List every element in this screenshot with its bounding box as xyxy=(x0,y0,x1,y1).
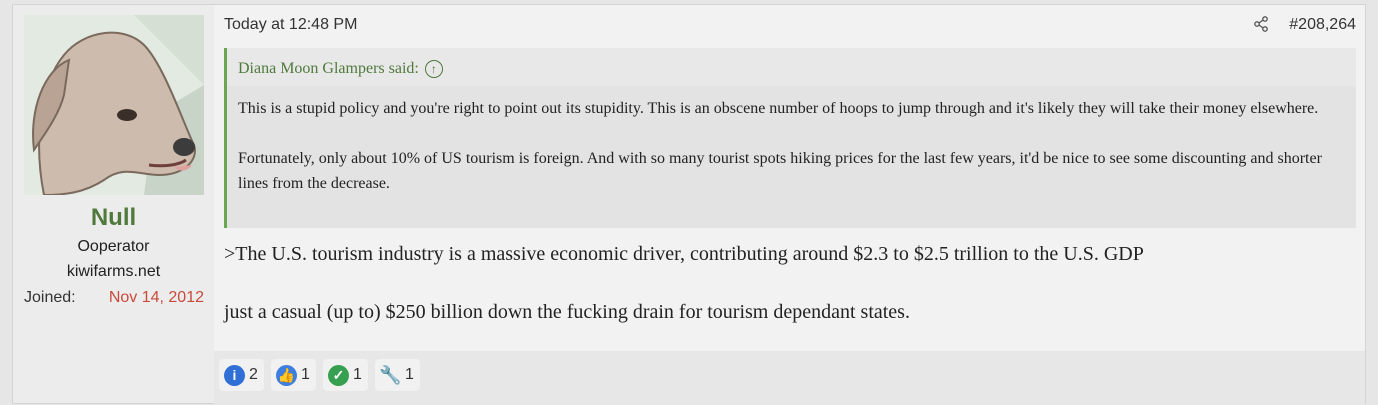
user-panel: Null Ooperator kiwifarms.net Joined: Nov… xyxy=(13,5,214,403)
quote-body: This is a stupid policy and you're right… xyxy=(227,86,1356,228)
joined-label: Joined: xyxy=(24,289,76,306)
reaction-count: 1 xyxy=(405,366,414,383)
wrench-icon: 🔧 xyxy=(379,364,402,385)
quote-header[interactable]: Diana Moon Glampers said: ↑ xyxy=(227,48,1356,86)
reaction-count: 1 xyxy=(353,366,362,383)
informative-icon: i xyxy=(224,364,245,386)
reactions-bar: i 2 👍 1 ✓ 1 🔧 1 xyxy=(214,351,1365,405)
user-title: Ooperator xyxy=(77,238,150,255)
username-link[interactable]: Null xyxy=(13,204,214,232)
reaction-agree[interactable]: ✓ 1 xyxy=(323,359,368,391)
dog-avatar-image xyxy=(24,15,204,195)
share-icon-svg xyxy=(1254,16,1268,32)
post-timestamp[interactable]: Today at 12:48 PM xyxy=(224,16,357,34)
post-number[interactable]: #208,264 xyxy=(1289,16,1356,34)
message-post: Null Ooperator kiwifarms.net Joined: Nov… xyxy=(12,4,1366,405)
quote-block: Diana Moon Glampers said: ↑ This is a stu… xyxy=(224,48,1356,228)
post-body-line: just a casual (up to) $250 billion down … xyxy=(224,301,910,323)
quote-paragraph: This is a stupid policy and you're right… xyxy=(238,100,1319,117)
jump-to-quote-icon[interactable]: ↑ xyxy=(424,60,443,79)
share-icon[interactable] xyxy=(1253,16,1269,37)
user-site: kiwifarms.net xyxy=(66,263,161,280)
agree-icon: ✓ xyxy=(328,364,349,386)
joined-date: Nov 14, 2012 xyxy=(108,289,204,306)
like-icon: 👍 xyxy=(276,364,297,386)
quote-paragraph: Fortunately, only about 10% of US touris… xyxy=(238,150,1322,192)
post-body-line: >The U.S. tourism industry is a massive … xyxy=(224,243,1144,265)
message-main: Today at 12:48 PM #208,264 Diana Moon Gl… xyxy=(214,5,1365,405)
reaction-count: 2 xyxy=(249,366,258,383)
quote-author[interactable]: Diana Moon Glampers said: xyxy=(238,60,419,77)
reaction-like[interactable]: 👍 1 xyxy=(271,359,316,391)
reaction-wrench[interactable]: 🔧 1 xyxy=(375,359,420,391)
reaction-informative[interactable]: i 2 xyxy=(219,359,264,391)
user-avatar[interactable] xyxy=(24,15,204,195)
reaction-count: 1 xyxy=(301,366,310,383)
